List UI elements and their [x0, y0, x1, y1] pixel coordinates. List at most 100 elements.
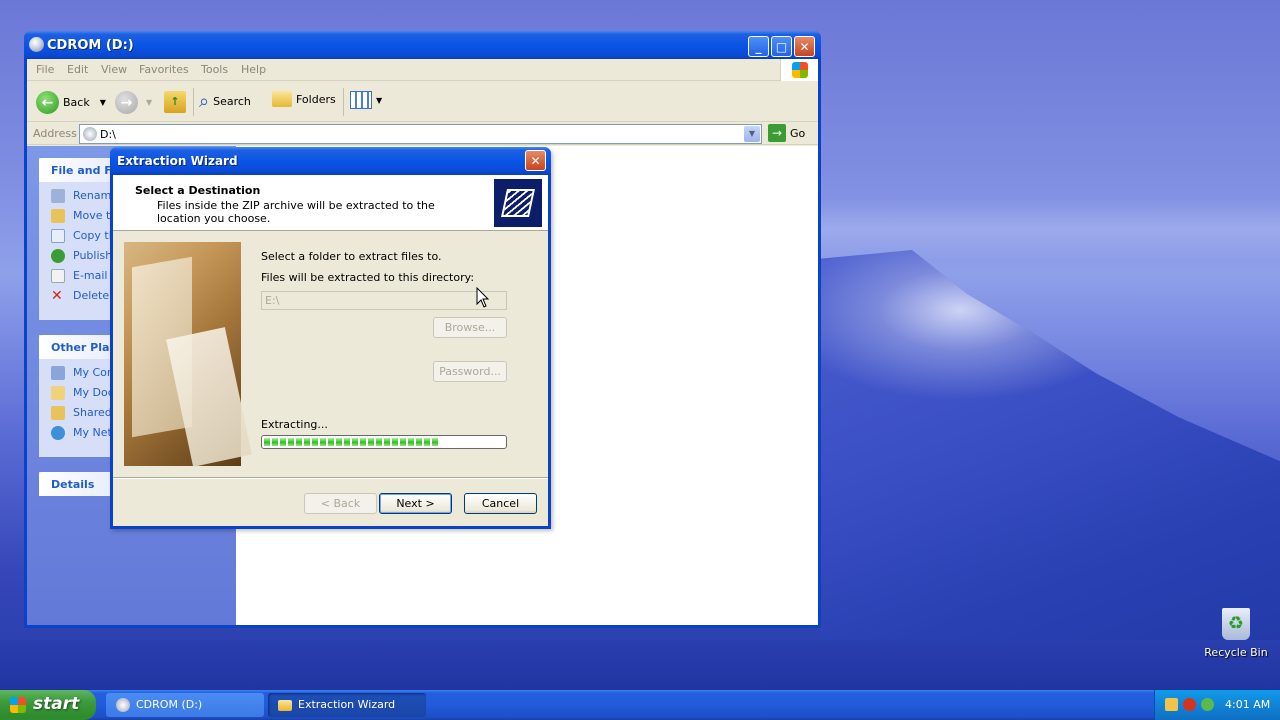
- zip-folder-icon: [494, 179, 542, 227]
- progress-block: [368, 438, 374, 446]
- wizard-titlebar[interactable]: Extraction Wizard ✕: [110, 147, 551, 175]
- network-tray-icon[interactable]: [1165, 698, 1178, 711]
- wizard-subheading: Files inside the ZIP archive will be ext…: [157, 199, 435, 225]
- cancel-button[interactable]: Cancel: [464, 493, 537, 514]
- taskbar-item-label: CDROM (D:): [136, 698, 203, 711]
- extracting-status: Extracting...: [261, 418, 328, 431]
- recycle-bin-label: Recycle Bin: [1204, 646, 1268, 659]
- close-button[interactable]: ✕: [794, 36, 815, 57]
- address-dropdown-button[interactable]: ▼: [744, 126, 760, 142]
- security-alert-icon[interactable]: [1183, 698, 1196, 711]
- back-arrow-icon: ←: [36, 91, 59, 114]
- forward-arrow-icon: →: [115, 91, 138, 114]
- progress-block: [384, 438, 390, 446]
- taskbar-item-label: Extraction Wizard: [298, 698, 396, 711]
- go-button[interactable]: → Go: [768, 124, 805, 142]
- progress-block: [304, 438, 310, 446]
- recycle-bin-icon: ♻: [1222, 608, 1250, 640]
- menu-bar: File Edit View Favorites Tools Help: [27, 59, 818, 81]
- close-icon: ✕: [530, 153, 541, 168]
- progress-block: [352, 438, 358, 446]
- progress-block: [336, 438, 342, 446]
- explorer-title: CDROM (D:): [47, 38, 134, 53]
- progress-block: [272, 438, 278, 446]
- progress-block: [312, 438, 318, 446]
- wizard-header: Select a Destination Files inside the ZI…: [113, 175, 548, 231]
- progress-block: [416, 438, 422, 446]
- cdrom-icon: [29, 37, 44, 52]
- progress-block: [296, 438, 302, 446]
- address-input[interactable]: D:\ ▼: [79, 124, 762, 144]
- delete-icon: ✕: [51, 288, 63, 304]
- back-button[interactable]: < Back: [304, 493, 377, 514]
- wizard-title: Extraction Wizard: [117, 154, 238, 168]
- cdrom-icon: [116, 698, 130, 712]
- progress-block: [408, 438, 414, 446]
- desktop-horizon: [820, 200, 1280, 260]
- back-button[interactable]: ← Back ▼: [36, 91, 106, 114]
- taskbar-item-cdrom[interactable]: CDROM (D:): [106, 693, 264, 717]
- recycle-bin-desktop-icon[interactable]: ♻ Recycle Bin: [1204, 608, 1268, 659]
- toolbar-separator: [343, 88, 344, 116]
- progress-block: [288, 438, 294, 446]
- menu-tools[interactable]: Tools: [201, 63, 228, 76]
- menu-file[interactable]: File: [36, 63, 54, 76]
- shared-folder-icon: [51, 406, 65, 420]
- progress-block: [392, 438, 398, 446]
- safely-remove-icon[interactable]: [1201, 698, 1214, 711]
- my-computer-icon: [51, 366, 65, 380]
- network-icon: [51, 426, 65, 440]
- progress-block: [264, 438, 270, 446]
- directory-label: Files will be extracted to this director…: [261, 271, 475, 284]
- forward-dropdown-icon: ▼: [146, 98, 153, 107]
- progress-fill: [264, 438, 504, 446]
- progress-block: [424, 438, 430, 446]
- progress-block: [360, 438, 366, 446]
- my-documents-icon: [51, 386, 65, 400]
- menu-favorites[interactable]: Favorites: [139, 63, 189, 76]
- next-button[interactable]: Next >: [379, 493, 452, 514]
- browse-button[interactable]: Browse...: [433, 317, 507, 338]
- extraction-progress-bar: [261, 435, 507, 449]
- progress-block: [280, 438, 286, 446]
- search-button[interactable]: ⌕ Search: [199, 91, 251, 112]
- folders-label: Folders: [296, 92, 336, 106]
- folders-icon: [272, 91, 292, 107]
- up-folder-button[interactable]: ↑: [164, 91, 186, 113]
- folders-button[interactable]: Folders: [272, 91, 336, 107]
- search-icon: ⌕: [199, 91, 210, 112]
- progress-block: [344, 438, 350, 446]
- wizard-close-button[interactable]: ✕: [525, 150, 546, 171]
- up-folder-icon: ↑: [164, 91, 186, 113]
- menu-help[interactable]: Help: [241, 63, 266, 76]
- chevron-down-icon: ▼: [748, 129, 756, 138]
- publish-icon: [51, 249, 65, 263]
- start-button[interactable]: start: [0, 690, 96, 720]
- taskbar-item-extraction-wizard[interactable]: Extraction Wizard: [268, 693, 426, 717]
- maximize-button[interactable]: □: [771, 36, 792, 57]
- directory-input[interactable]: E:\: [261, 291, 507, 310]
- password-button[interactable]: Password...: [433, 361, 507, 382]
- views-icon: [350, 91, 372, 109]
- back-dropdown-icon[interactable]: ▼: [100, 98, 106, 107]
- go-label: Go: [790, 126, 806, 140]
- forward-button[interactable]: → ▼: [115, 91, 152, 114]
- windows-logo-icon: [780, 59, 818, 81]
- system-tray: 4:01 AM: [1154, 690, 1280, 720]
- address-label: Address: [33, 127, 77, 140]
- wizard-divider: [113, 477, 548, 479]
- address-value: D:\: [100, 128, 116, 141]
- address-bar: Address D:\ ▼ → Go: [27, 123, 818, 145]
- minimize-button[interactable]: _: [748, 36, 769, 57]
- standard-toolbar: ← Back ▼ → ▼ ↑ ⌕ Search Folders ▼: [27, 82, 818, 122]
- menu-view[interactable]: View: [101, 63, 127, 76]
- search-label: Search: [213, 95, 251, 108]
- copy-icon: [51, 229, 65, 243]
- mouse-cursor-icon: [476, 287, 490, 308]
- menu-edit[interactable]: Edit: [67, 63, 88, 76]
- rename-icon: [51, 189, 65, 203]
- views-button[interactable]: ▼: [350, 91, 382, 109]
- taskbar: start CDROM (D:) Extraction Wizard 4:01 …: [0, 690, 1280, 720]
- explorer-titlebar[interactable]: CDROM (D:) _ □ ✕: [24, 31, 821, 59]
- clock[interactable]: 4:01 AM: [1225, 698, 1270, 711]
